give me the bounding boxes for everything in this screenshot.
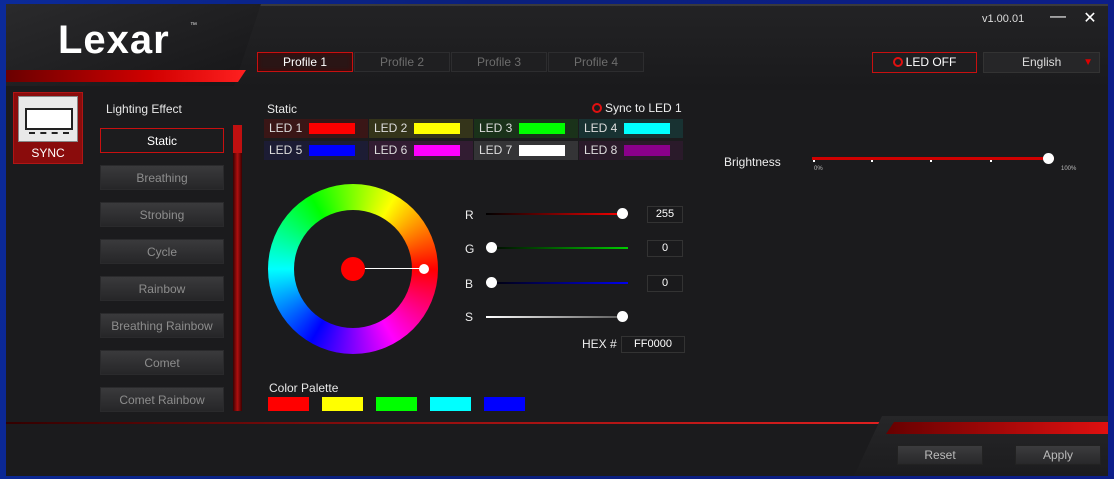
led-color-swatch xyxy=(309,145,355,156)
led-label: LED 5 xyxy=(269,143,303,157)
slider-r-value[interactable]: 255 xyxy=(647,206,683,223)
effect-scrollbar[interactable] xyxy=(233,125,242,411)
slider-b-knob[interactable] xyxy=(486,277,497,288)
brightness-tick xyxy=(871,160,873,162)
effect-scrollbar-thumb[interactable] xyxy=(233,125,242,153)
led-1-cell[interactable]: LED 1 xyxy=(264,119,368,138)
led-color-swatch xyxy=(414,145,460,156)
led-off-label: LED OFF xyxy=(905,55,957,69)
led-label: LED 8 xyxy=(584,143,618,157)
led-label: LED 2 xyxy=(374,121,408,135)
slider-g-knob[interactable] xyxy=(486,242,497,253)
desktop-background: Lexar ™ Profile 1 Profile 2 Profile 3 Pr… xyxy=(0,0,1114,479)
effect-cycle-button[interactable]: Cycle xyxy=(100,239,224,264)
logo-trademark: ™ xyxy=(190,22,197,29)
led-4-cell[interactable]: LED 4 xyxy=(579,119,683,138)
brightness-track[interactable] xyxy=(812,157,1054,160)
slider-g-track[interactable] xyxy=(486,247,628,249)
hex-input[interactable]: FF0000 xyxy=(621,336,685,353)
brightness-knob[interactable] xyxy=(1043,153,1054,164)
led-color-swatch xyxy=(624,123,670,134)
sync-label: SYNC xyxy=(31,146,65,160)
effect-breathing-rainbow-button[interactable]: Breathing Rainbow xyxy=(100,313,224,338)
version-label: v1.00.01 xyxy=(982,13,1025,25)
slider-r-track[interactable] xyxy=(486,213,628,215)
minimize-button[interactable]: — xyxy=(1048,9,1068,29)
slider-r-knob[interactable] xyxy=(617,208,628,219)
lexar-logo: Lexar xyxy=(58,18,170,62)
led-label: LED 7 xyxy=(479,143,513,157)
sync-to-led-label: Sync to LED 1 xyxy=(605,101,682,115)
current-color-dot xyxy=(341,257,365,281)
language-select[interactable]: English ▼ xyxy=(983,52,1100,73)
tab-profile-2[interactable]: Profile 2 xyxy=(354,52,450,72)
slider-s-knob[interactable] xyxy=(617,311,628,322)
dropdown-arrow-icon: ▼ xyxy=(1083,57,1093,68)
led-color-swatch xyxy=(519,123,565,134)
header-bar: Lexar ™ Profile 1 Profile 2 Profile 3 Pr… xyxy=(6,4,1108,90)
led-label: LED 3 xyxy=(479,121,513,135)
slider-g-value[interactable]: 0 xyxy=(647,240,683,257)
lighting-effect-title: Lighting Effect xyxy=(106,102,182,116)
led-5-cell[interactable]: LED 5 xyxy=(264,141,368,160)
brightness-tick xyxy=(930,160,932,162)
effect-comet-button[interactable]: Comet xyxy=(100,350,224,375)
sync-button[interactable]: SYNC xyxy=(13,92,83,164)
led-off-ring-icon xyxy=(892,57,903,67)
brightness-label: Brightness xyxy=(724,155,781,169)
led-label: LED 4 xyxy=(584,121,618,135)
slider-s-track[interactable] xyxy=(486,316,628,318)
brightness-tick xyxy=(990,160,992,162)
led-label: LED 6 xyxy=(374,143,408,157)
slider-g-label: G xyxy=(465,242,475,256)
reset-button[interactable]: Reset xyxy=(897,445,983,465)
brightness-tick xyxy=(813,160,815,162)
static-panel-title: Static xyxy=(267,102,298,116)
led-color-swatch xyxy=(519,145,565,156)
led-7-cell[interactable]: LED 7 xyxy=(474,141,578,160)
color-palette-title: Color Palette xyxy=(269,381,339,395)
footer-red-line xyxy=(6,422,886,424)
apply-button[interactable]: Apply xyxy=(1015,445,1101,465)
footer-red-stripe xyxy=(886,422,1108,434)
effect-rainbow-button[interactable]: Rainbow xyxy=(100,276,224,301)
effect-strobing-button[interactable]: Strobing xyxy=(100,202,224,227)
led-off-button[interactable]: LED OFF xyxy=(872,52,977,73)
lexar-rgb-window: Lexar ™ Profile 1 Profile 2 Profile 3 Pr… xyxy=(6,4,1108,476)
sync-to-led-toggle[interactable]: Sync to LED 1 xyxy=(592,101,682,115)
tab-profile-3[interactable]: Profile 3 xyxy=(451,52,547,72)
slider-b-value[interactable]: 0 xyxy=(647,275,683,292)
effect-breathing-button[interactable]: Breathing xyxy=(100,165,224,190)
tab-profile-4[interactable]: Profile 4 xyxy=(548,52,644,72)
led-color-swatch xyxy=(624,145,670,156)
tab-profile-1[interactable]: Profile 1 xyxy=(257,52,353,72)
led-8-cell[interactable]: LED 8 xyxy=(579,141,683,160)
slider-b-track[interactable] xyxy=(486,282,628,284)
sync-led-ring-icon xyxy=(592,103,602,113)
effect-static-button[interactable]: Static xyxy=(100,128,224,153)
brightness-max-label: 100% xyxy=(1061,166,1077,172)
color-wheel-handle[interactable] xyxy=(419,264,429,274)
led-color-swatch xyxy=(309,123,355,134)
slider-s-label: S xyxy=(465,310,474,324)
slider-b-label: B xyxy=(465,277,474,291)
logo-red-stripe xyxy=(6,70,246,82)
led-3-cell[interactable]: LED 3 xyxy=(474,119,578,138)
header-line xyxy=(238,4,1108,6)
led-label: LED 1 xyxy=(269,121,303,135)
led-2-cell[interactable]: LED 2 xyxy=(369,119,473,138)
slider-r-label: R xyxy=(465,208,474,222)
ram-module-icon-frame xyxy=(18,96,78,142)
close-button[interactable]: ✕ xyxy=(1080,9,1100,29)
hex-label: HEX # xyxy=(582,337,617,351)
led-6-cell[interactable]: LED 6 xyxy=(369,141,473,160)
ram-module-icon xyxy=(25,108,73,134)
language-value: English xyxy=(1022,55,1062,69)
brightness-min-label: 0% xyxy=(814,166,823,172)
led-color-swatch xyxy=(414,123,460,134)
